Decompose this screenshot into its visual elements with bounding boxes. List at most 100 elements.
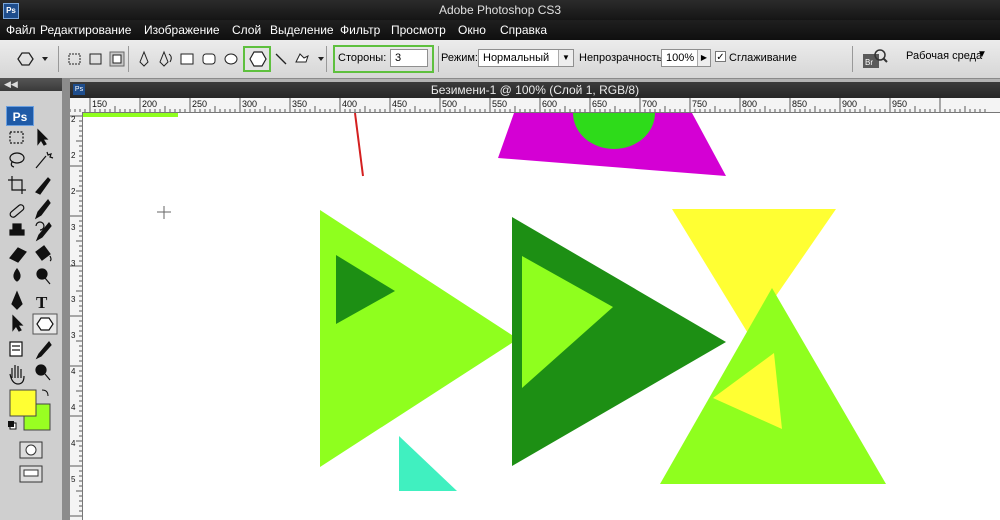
menu-file[interactable]: Файл xyxy=(6,23,36,37)
line-icon[interactable] xyxy=(275,53,287,65)
tool-icons: T xyxy=(8,128,58,483)
notes-icon[interactable] xyxy=(9,341,23,357)
svg-text:T: T xyxy=(36,293,48,312)
menu-help[interactable]: Справка xyxy=(500,23,547,37)
magic-wand-icon[interactable] xyxy=(35,151,54,169)
ruler-horizontal[interactable]: 150 200 250 300 350 400 450 500 550 600 650 700 750 8… xyxy=(70,98,1000,113)
document-title: Безимени-1 @ 100% (Слой 1, RGB/8) xyxy=(430,83,640,97)
antialias-label: Сглаживание xyxy=(729,52,797,64)
ruler-label: 2 xyxy=(71,187,76,196)
hand-icon[interactable] xyxy=(9,365,25,385)
separator xyxy=(128,46,129,72)
ruler-label: 950 xyxy=(892,99,907,109)
sides-input[interactable]: 3 xyxy=(390,49,428,67)
menu-view[interactable]: Просмотр xyxy=(391,23,446,37)
crosshair-cursor-icon xyxy=(157,206,171,219)
workspace-background xyxy=(62,78,70,520)
polygon-tool-icon[interactable] xyxy=(32,313,58,335)
ruler-label: 4 xyxy=(71,367,76,376)
path-selection-icon[interactable] xyxy=(12,314,24,332)
eraser-icon[interactable] xyxy=(9,247,27,263)
ruler-label: 350 xyxy=(292,99,307,109)
green-strip xyxy=(83,113,178,117)
pen-icon[interactable] xyxy=(139,50,149,67)
pen-tool-icon[interactable] xyxy=(11,290,23,310)
history-brush-icon[interactable] xyxy=(35,221,52,242)
custom-shape-icon[interactable] xyxy=(295,53,324,63)
polygon-icon xyxy=(249,51,267,67)
ruler-vertical[interactable]: 2 2 2 3 3 3 3 4 4 4 5 xyxy=(70,112,83,520)
zoom-icon[interactable] xyxy=(35,364,51,381)
eyedropper-icon[interactable] xyxy=(35,340,52,360)
opacity-input[interactable]: 100% ▶ xyxy=(661,49,711,67)
mode-label: Режим: xyxy=(441,52,478,64)
ruler-label: 4 xyxy=(71,403,76,412)
marquee-icon[interactable] xyxy=(9,131,24,144)
ruler-label: 400 xyxy=(342,99,357,109)
opacity-label: Непрозрачность xyxy=(579,52,663,64)
ruler-label: 2 xyxy=(71,115,76,124)
type-icon[interactable]: T xyxy=(36,293,48,312)
antialias-checkbox[interactable]: ✓ xyxy=(715,51,726,63)
healing-brush-icon[interactable] xyxy=(9,204,25,219)
menu-edit[interactable]: Редактирование xyxy=(40,23,131,37)
mode-select-value: Нормальный xyxy=(483,52,550,64)
ruler-label: 200 xyxy=(142,99,157,109)
separator xyxy=(58,46,59,72)
lime-triangle-left xyxy=(320,210,518,467)
screen-mode-icon[interactable] xyxy=(19,465,43,483)
clone-stamp-icon[interactable] xyxy=(9,223,25,236)
freeform-pen-icon[interactable] xyxy=(159,50,172,67)
ruler-top-scale: 150 200 250 300 350 400 450 500 550 600 650 700 750 8… xyxy=(70,98,986,112)
chevron-right-icon[interactable]: ▶ xyxy=(697,50,710,66)
ruler-label: 3 xyxy=(71,295,76,304)
lasso-icon[interactable] xyxy=(9,152,25,168)
quick-mask-icon[interactable] xyxy=(19,441,43,459)
dodge-icon[interactable] xyxy=(36,268,51,285)
menu-select[interactable]: Выделение xyxy=(270,23,334,37)
ruler-label: 150 xyxy=(92,99,107,109)
options-bar: Стороны: 3 Режим: Нормальный ▼ Непрозрач… xyxy=(0,40,1000,79)
svg-text:Br: Br xyxy=(865,58,873,67)
menu-image[interactable]: Изображение xyxy=(144,23,220,37)
ruler-label: 700 xyxy=(642,99,657,109)
ruler-label: 250 xyxy=(192,99,207,109)
shape-layer-modes[interactable] xyxy=(66,50,126,68)
ruler-label: 500 xyxy=(442,99,457,109)
brush-icon[interactable] xyxy=(34,198,51,220)
workspace-chevron-icon[interactable]: ▼ xyxy=(977,49,987,60)
crop-icon[interactable] xyxy=(8,176,26,194)
document-tab[interactable]: Ps Безимени-1 @ 100% (Слой 1, RGB/8) xyxy=(70,82,1000,98)
red-line xyxy=(354,113,364,177)
ruler-label: 300 xyxy=(242,99,257,109)
ruler-label: 3 xyxy=(71,331,76,340)
ruler-label: 800 xyxy=(742,99,757,109)
mode-select[interactable]: Нормальный ▼ xyxy=(478,49,574,67)
menu-layer[interactable]: Слой xyxy=(232,23,261,37)
polygon-tool-button[interactable] xyxy=(243,46,271,72)
ps-logo[interactable]: Ps xyxy=(6,106,34,126)
paint-bucket-icon[interactable] xyxy=(35,245,52,262)
tool-preset-picker[interactable] xyxy=(14,50,50,68)
rectangle-icon[interactable] xyxy=(180,53,194,65)
ellipse-icon[interactable] xyxy=(224,53,238,65)
menu-bar: Файл Редактирование Изображение Слой Выд… xyxy=(0,20,1000,40)
collapse-arrows-icon[interactable]: ◀◀ xyxy=(0,78,62,91)
color-swatches[interactable] xyxy=(8,389,51,431)
workspace-menu[interactable]: Рабочая среда xyxy=(906,50,982,62)
rounded-rectangle-icon[interactable] xyxy=(202,53,216,65)
move-icon[interactable] xyxy=(37,128,49,146)
slice-icon[interactable] xyxy=(35,177,51,195)
title-bar: Ps Adobe Photoshop CS3 xyxy=(0,0,1000,20)
document-canvas[interactable] xyxy=(83,113,1000,520)
menu-window[interactable]: Окно xyxy=(458,23,486,37)
shape-tool-row xyxy=(139,50,324,67)
bridge-icon[interactable]: Br xyxy=(862,48,888,70)
ruler-label: 2 xyxy=(71,151,76,160)
ruler-label: 750 xyxy=(692,99,707,109)
ruler-label: 450 xyxy=(392,99,407,109)
menu-filter[interactable]: Фильтр xyxy=(340,23,380,37)
ruler-label: 650 xyxy=(592,99,607,109)
ruler-label: 4 xyxy=(71,439,76,448)
blur-icon[interactable] xyxy=(13,267,21,282)
